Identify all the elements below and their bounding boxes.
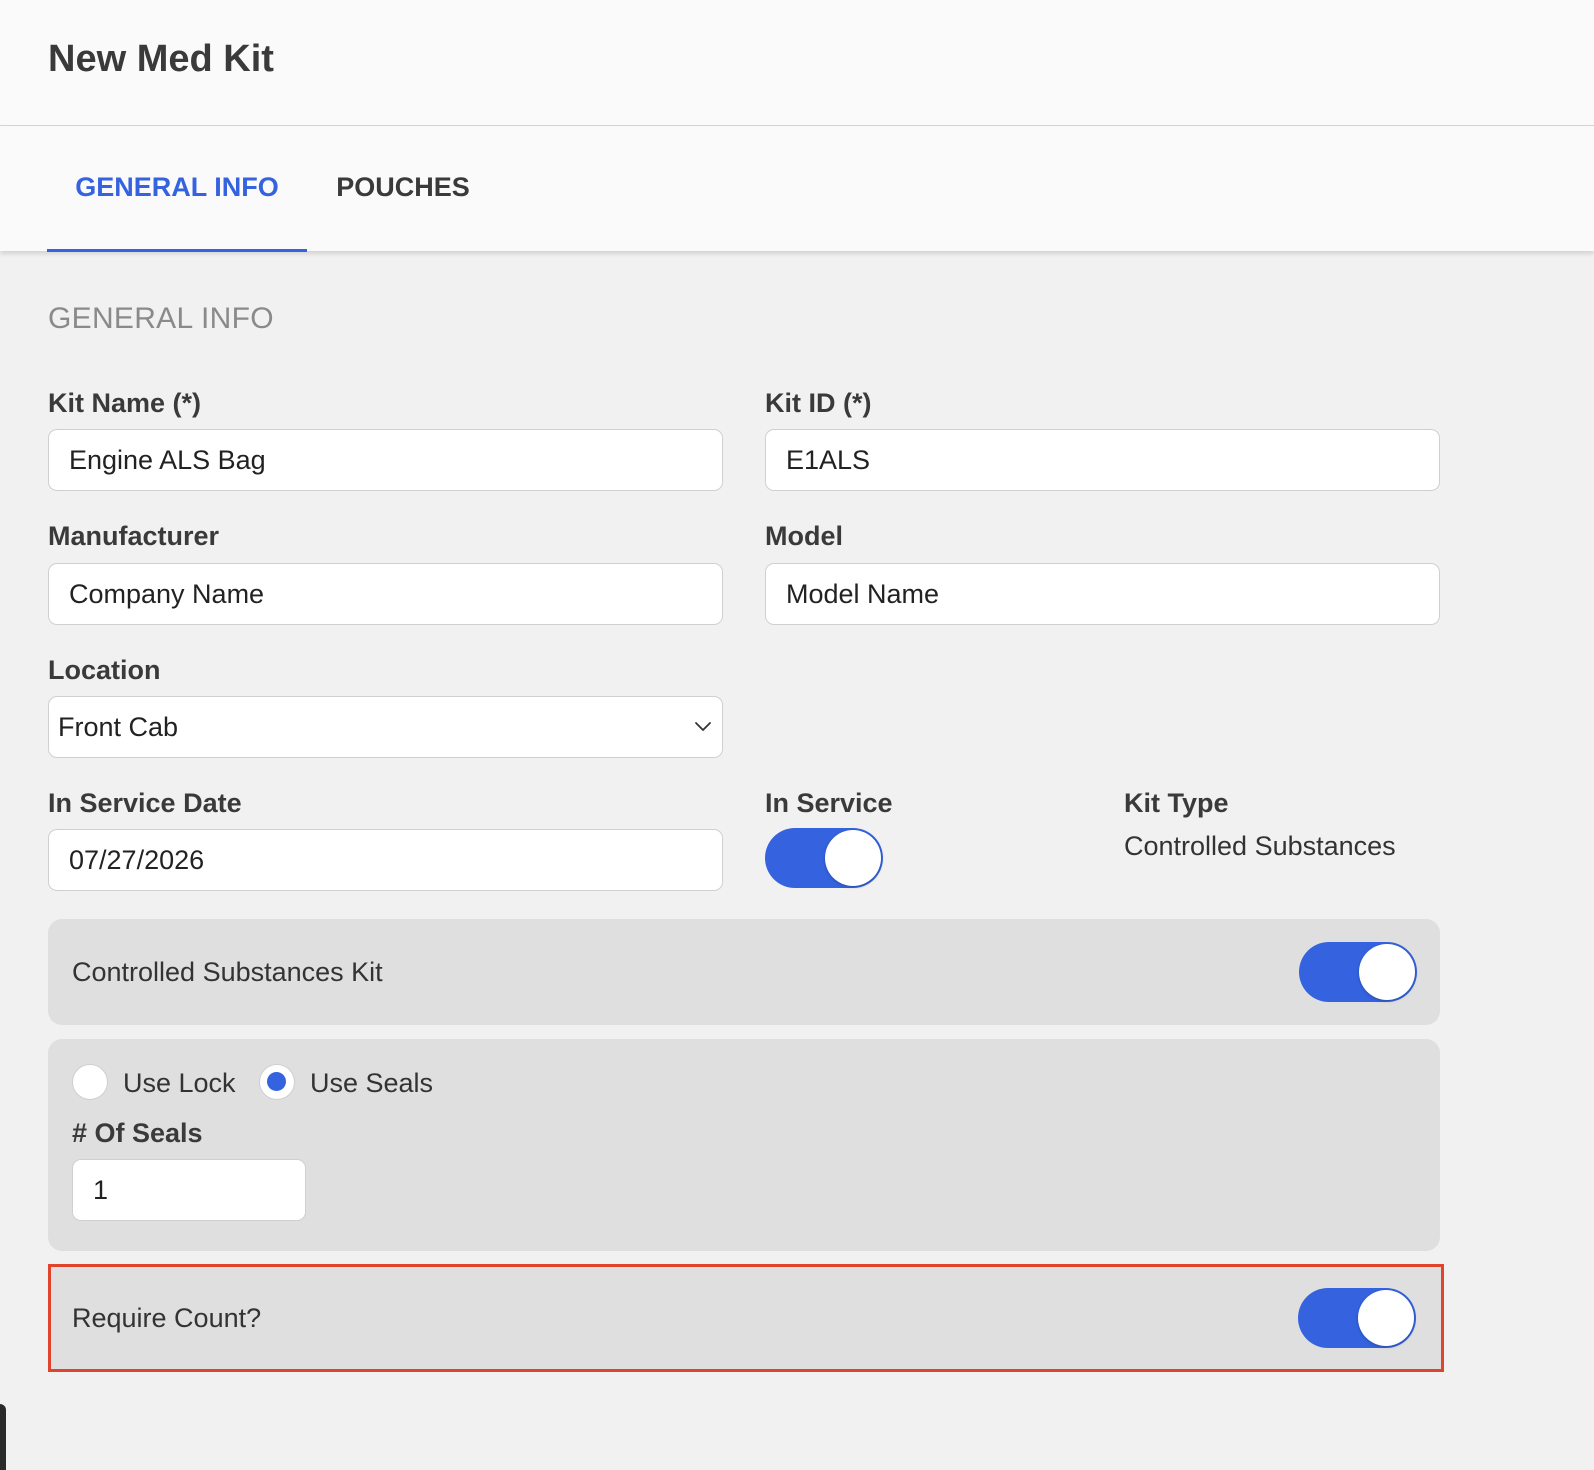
use-lock-radio[interactable]: [72, 1064, 108, 1100]
page-header: New Med Kit: [0, 0, 1594, 126]
require-count-toggle[interactable]: [1298, 1288, 1416, 1348]
tab-general-info[interactable]: GENERAL INFO: [47, 126, 307, 252]
tab-bar: GENERAL INFO POUCHES: [0, 126, 1594, 252]
manufacturer-label: Manufacturer: [48, 521, 220, 551]
kit-type-label: Kit Type: [1124, 788, 1229, 818]
chevron-down-icon: [695, 722, 711, 731]
section-title: GENERAL INFO: [48, 302, 274, 335]
seals-count-input[interactable]: [72, 1159, 306, 1221]
location-select-value: Front Cab: [58, 712, 179, 742]
location-label: Location: [48, 655, 161, 685]
kit-type-value: Controlled Substances: [1124, 831, 1396, 861]
kit-name-label: Kit Name (*): [48, 388, 202, 418]
in-service-date-label: In Service Date: [48, 788, 242, 818]
use-seals-label: Use Seals: [310, 1068, 434, 1098]
controlled-substances-toggle[interactable]: [1299, 942, 1417, 1002]
security-panel: Use Lock Use Seals # Of Seals: [48, 1039, 1440, 1251]
model-input[interactable]: [765, 563, 1440, 625]
window-corner: [0, 1404, 6, 1470]
toggle-knob: [1358, 1290, 1414, 1346]
toggle-knob: [825, 830, 881, 886]
manufacturer-input[interactable]: [48, 563, 723, 625]
use-seals-radio[interactable]: [259, 1064, 295, 1100]
controlled-substances-label: Controlled Substances Kit: [72, 957, 383, 987]
kit-id-label: Kit ID (*): [765, 388, 872, 418]
kit-name-input[interactable]: [48, 429, 723, 491]
toggle-knob: [1359, 944, 1415, 1000]
seals-count-label: # Of Seals: [72, 1118, 203, 1148]
tab-pouches[interactable]: POUCHES: [307, 126, 499, 249]
model-label: Model: [765, 521, 843, 551]
location-select[interactable]: Front Cab: [48, 696, 723, 758]
require-count-label: Require Count?: [72, 1303, 262, 1333]
in-service-toggle[interactable]: [765, 828, 883, 888]
kit-id-input[interactable]: [765, 429, 1440, 491]
controlled-substances-panel: Controlled Substances Kit: [48, 919, 1440, 1025]
page-title: New Med Kit: [48, 38, 274, 80]
in-service-date-input[interactable]: [48, 829, 723, 891]
use-lock-label: Use Lock: [123, 1068, 236, 1098]
require-count-panel: Require Count?: [48, 1264, 1444, 1372]
in-service-label: In Service: [765, 788, 893, 818]
